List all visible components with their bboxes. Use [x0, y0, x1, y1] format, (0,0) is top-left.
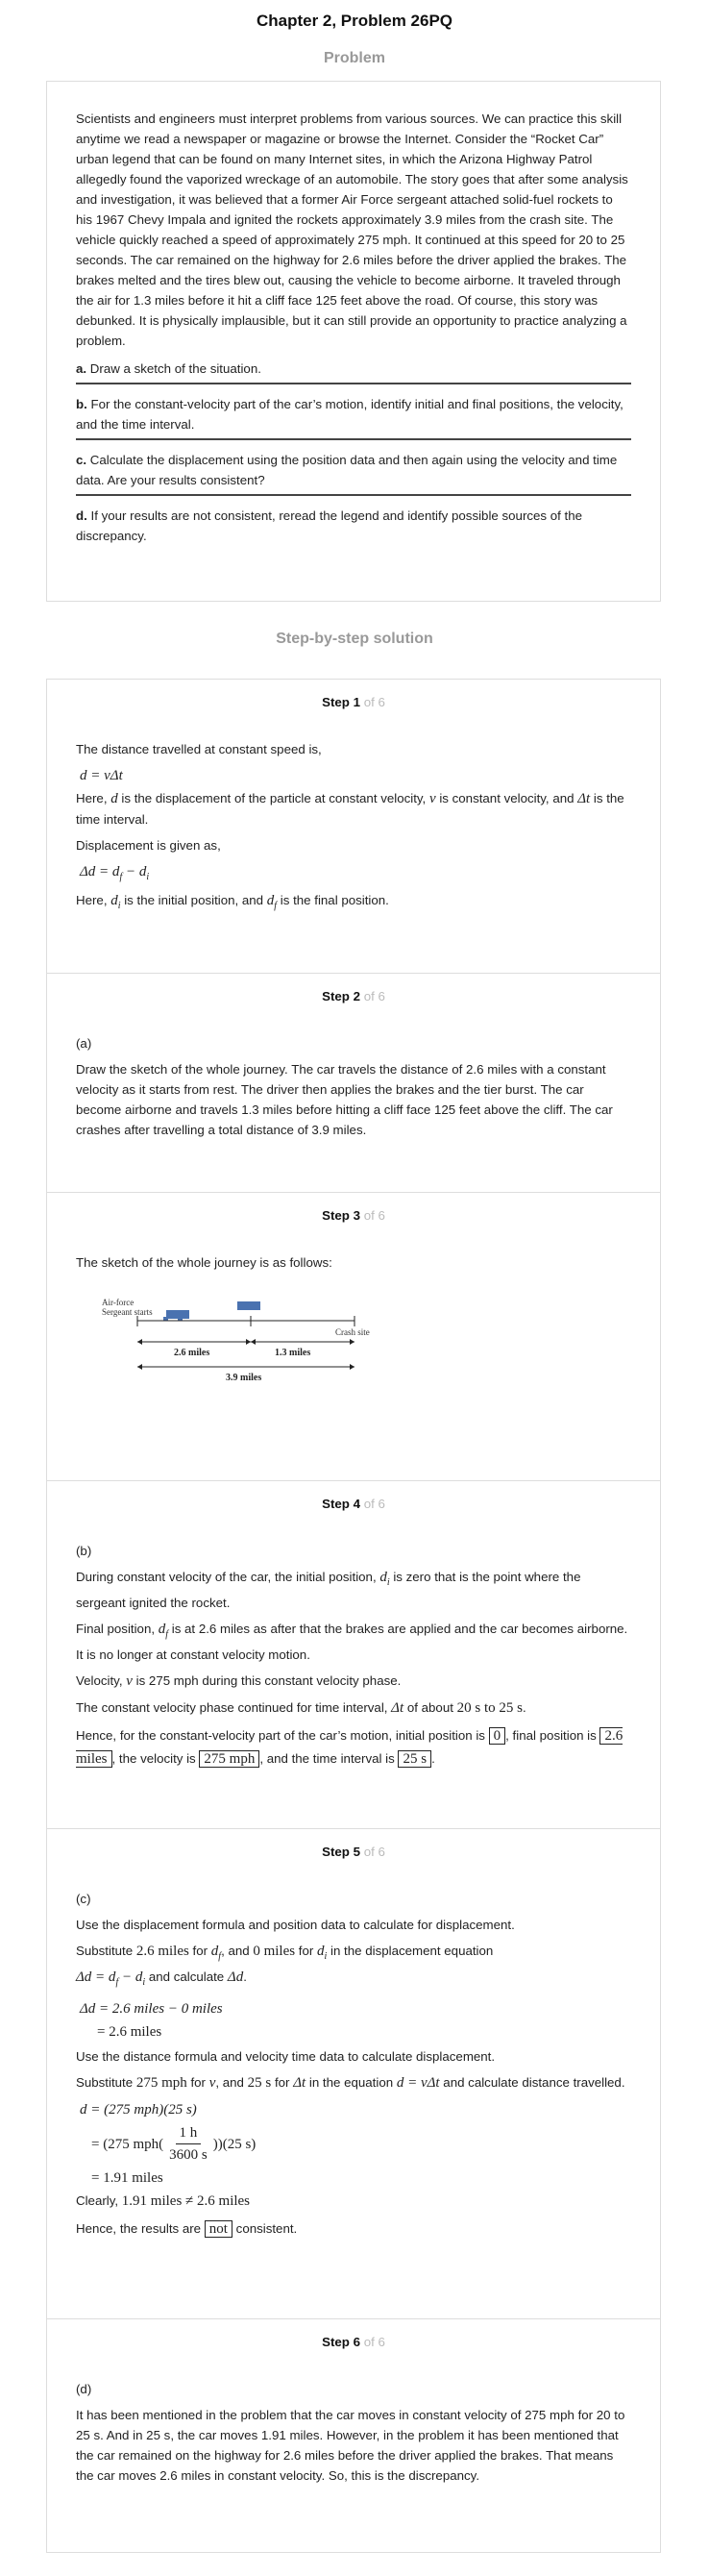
step-answer: Hence, the results are not consistent. [76, 2220, 298, 2238]
equation: Δd = 2.6 miles − 0 miles [80, 2001, 223, 2017]
part-label: (c) [76, 1892, 91, 1906]
equation: = 2.6 miles [97, 2024, 162, 2040]
equation: = 1.91 miles [91, 2170, 163, 2186]
step-5-content: (c) Use the displacement formula and pos… [76, 1889, 631, 2241]
step-title: Step 4 of 6 [322, 1497, 385, 1511]
step-text: Δd = df − di and calculate Δd. [76, 1969, 247, 1988]
step-text: Use the distance formula and velocity ti… [76, 2049, 496, 2064]
problem-intro: Scientists and engineers must interpret … [76, 111, 628, 348]
part-text: For the constant-velocity part of the ca… [76, 397, 623, 432]
sketch-start-label-1: Air-force [102, 1298, 134, 1307]
step-answer: Hence, for the constant-velocity part of… [76, 1727, 623, 1768]
step-text: Displacement is given as, [76, 838, 221, 853]
step-text: Clearly, 1.91 miles ≠ 2.6 miles [76, 2193, 251, 2209]
step-title: Step 1 of 6 [322, 695, 385, 709]
step-text: Draw the sketch of the whole journey. Th… [76, 1062, 613, 1137]
sketch-crash-label: Crash site [335, 1327, 370, 1337]
car-wheel-icon [178, 1317, 183, 1321]
equation: Δd = df − di [80, 864, 150, 882]
solution-heading: Step-by-step solution [276, 631, 433, 647]
step-2-content: (a) Draw the sketch of the whole journey… [76, 1033, 631, 1140]
part-text: Draw a sketch of the situation. [89, 361, 261, 376]
equation: d = (275 mph)(25 s) [80, 2102, 197, 2118]
sketch-seg2-label: 1.3 miles [275, 1348, 310, 1358]
problem-part-c: c. Calculate the displacement using the … [76, 448, 631, 496]
answer-box: not [204, 2220, 232, 2238]
journey-sketch: Air-force Sergeant starts Crash site 2.6… [102, 1298, 370, 1383]
car-wheel-icon [163, 1317, 168, 1321]
solution-box: Step 1 of 6 The distance travelled at co… [46, 679, 661, 2553]
part-label: a. [76, 361, 87, 376]
fraction: 1 h 3600 s [165, 2122, 211, 2166]
step-text: The sketch of the whole journey is as fo… [76, 1255, 332, 1270]
step-text: Substitute 275 mph for v, and 25 s for Δ… [76, 2075, 625, 2091]
problem-body: Scientists and engineers must interpret … [76, 109, 631, 557]
part-label: d. [76, 508, 87, 523]
step-3: Step 3 of 6 The sketch of the whole jour… [47, 1192, 660, 1480]
step-text: Use the displacement formula and positio… [76, 1918, 515, 1932]
step-2: Step 2 of 6 (a) Draw the sketch of the w… [47, 973, 660, 1192]
car-airborne-icon [237, 1301, 260, 1310]
step-text: During constant velocity of the car, the… [76, 1570, 581, 1610]
problem-heading: Problem [323, 50, 385, 66]
part-label: (d) [76, 2382, 92, 2396]
sketch-seg1-label: 2.6 miles [174, 1348, 209, 1358]
answer-box: 0 [488, 1727, 506, 1745]
step-text: Substitute 2.6 miles for df, and 0 miles… [76, 1944, 494, 1962]
part-text: If your results are not consistent, rere… [76, 508, 583, 543]
problem-part-a: a. Draw a sketch of the situation. [76, 357, 631, 384]
step-1-content: The distance travelled at constant speed… [76, 739, 631, 922]
step-title: Step 3 of 6 [322, 1208, 385, 1223]
step-5: Step 5 of 6 (c) Use the displacement for… [47, 1828, 660, 2318]
part-label: c. [76, 453, 87, 467]
sketch-total-label: 3.9 miles [226, 1373, 261, 1383]
problem-box: Scientists and engineers must interpret … [46, 81, 661, 602]
step-title: Step 2 of 6 [322, 989, 385, 1003]
step-text: Velocity, v is 275 mph during this const… [76, 1673, 402, 1689]
part-label: b. [76, 397, 87, 411]
equation: = (275 mph( 1 h 3600 s ))(25 s) [80, 2122, 631, 2166]
step-text: The constant velocity phase continued fo… [76, 1700, 526, 1716]
page-title: Chapter 2, Problem 26PQ [256, 12, 453, 30]
equation: d = vΔt [80, 768, 123, 783]
problem-part-b: b. For the constant-velocity part of the… [76, 392, 631, 440]
step-text: The distance travelled at constant speed… [76, 742, 322, 756]
answer-box: 25 s [398, 1750, 432, 1768]
step-4: Step 4 of 6 (b) During constant velocity… [47, 1480, 660, 1828]
sketch-start-label-2: Sergeant starts [102, 1307, 153, 1317]
problem-part-d: d. If your results are not consistent, r… [76, 504, 631, 550]
step-1: Step 1 of 6 The distance travelled at co… [47, 680, 660, 973]
part-label: (a) [76, 1036, 92, 1051]
answer-box: 275 mph [199, 1750, 260, 1768]
step-title: Step 5 of 6 [322, 1845, 385, 1859]
part-text: Calculate the displacement using the pos… [76, 453, 618, 487]
step-6: Step 6 of 6 (d) It has been mentioned in… [47, 2318, 660, 2554]
step-6-content: (d) It has been mentioned in the problem… [76, 2379, 631, 2486]
step-text: Final position, df is at 2.6 miles as af… [76, 1622, 628, 1662]
step-3-content: The sketch of the whole journey is as fo… [76, 1252, 631, 1273]
step-text: It has been mentioned in the problem tha… [76, 2408, 625, 2483]
step-title: Step 6 of 6 [322, 2335, 385, 2349]
part-label: (b) [76, 1544, 92, 1558]
step-4-content: (b) During constant velocity of the car,… [76, 1541, 631, 1771]
step-text: Here, d is the displacement of the parti… [76, 791, 624, 827]
step-text: Here, di is the initial position, and df… [76, 893, 389, 911]
